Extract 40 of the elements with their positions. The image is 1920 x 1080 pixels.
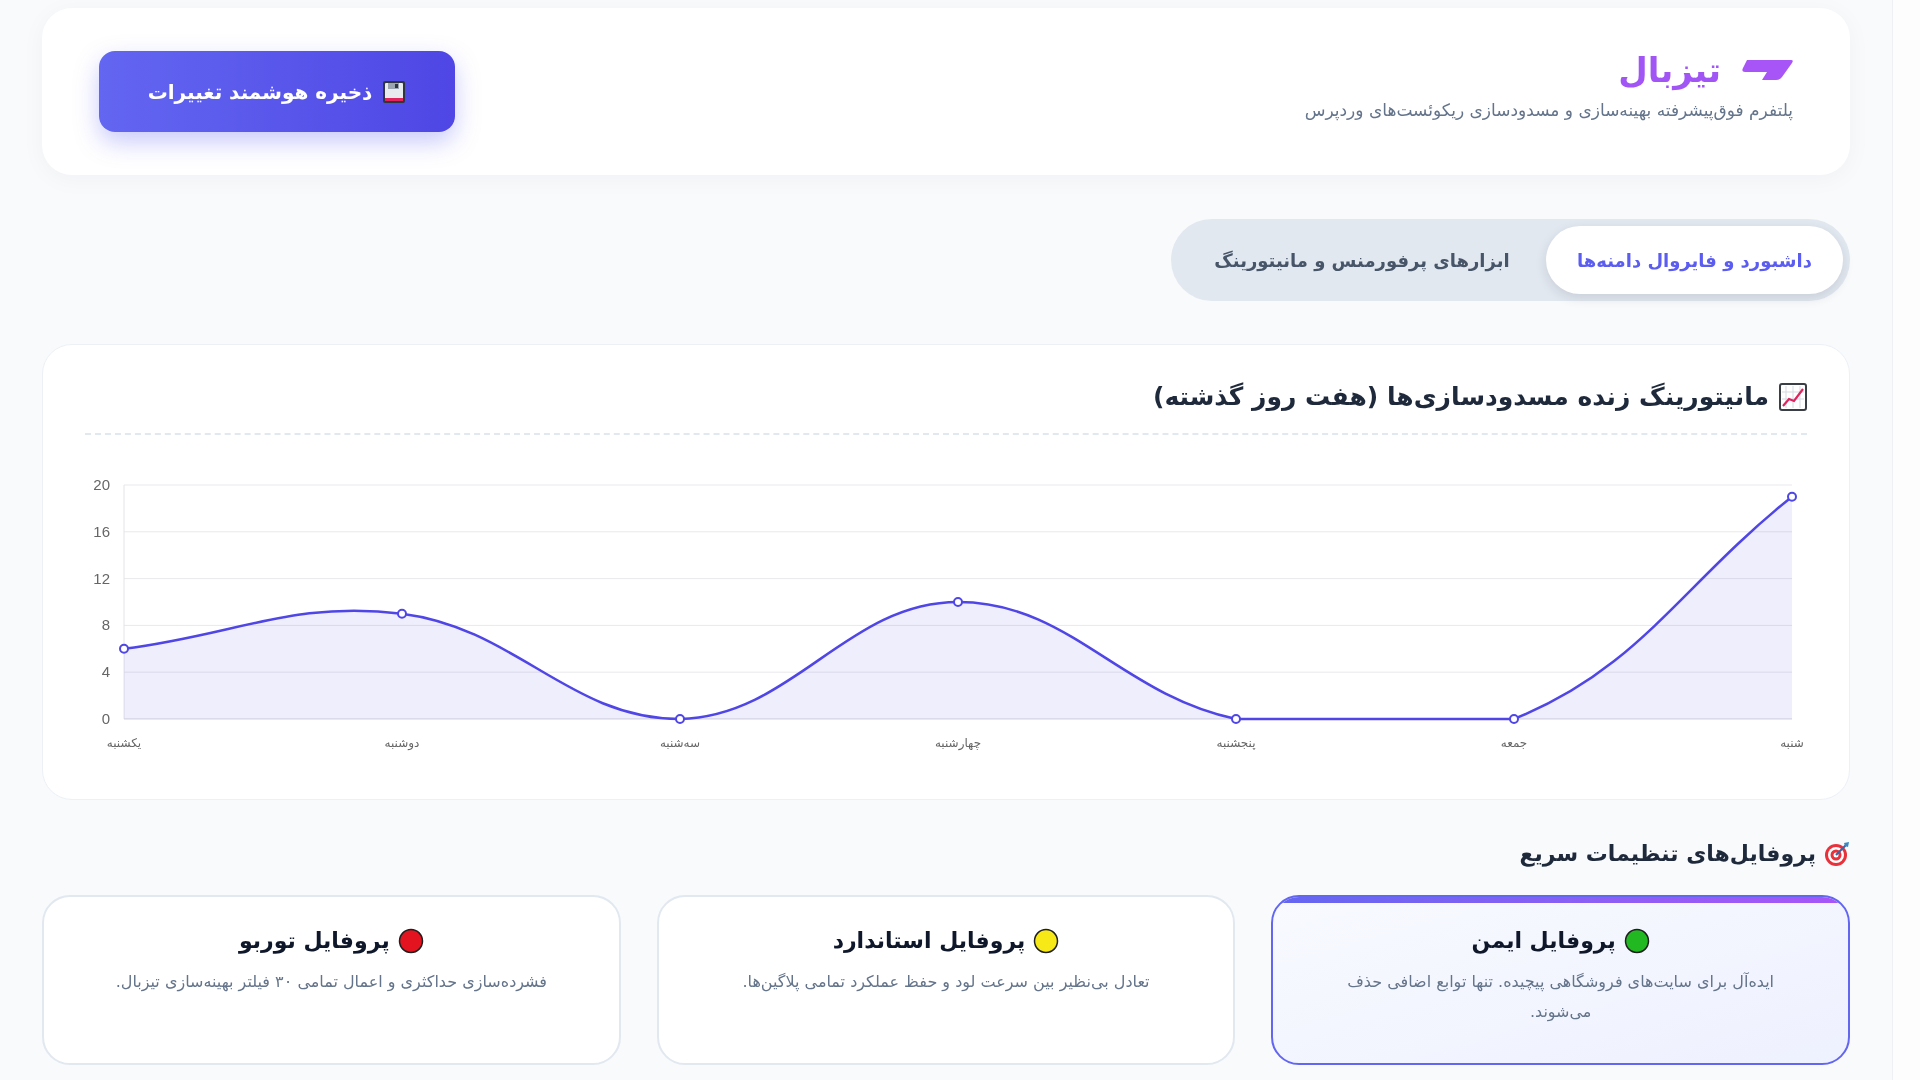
chart-title: مانیتورینگ زنده مسدودسازی‌ها (هفت روز گذشته) — [1152, 381, 1769, 413]
axis-category-label: سه‌شنبه — [659, 736, 701, 750]
save-button[interactable]: ذخیره هوشمند تغییرات — [99, 51, 455, 132]
axis-tick-label: 8 — [101, 616, 110, 634]
axis-category-label: پنجشنبه — [1216, 736, 1256, 750]
section-title: پروفایل‌های تنظیمات سریع — [1519, 840, 1816, 868]
profile-card[interactable]: پروفایل توربو فشرده‌سازی حداکثری و اعمال تمامی ۳۰ فیلتر بهینه‌سازی تیزبال. — [42, 895, 621, 1065]
profile-description: تعادل بی‌نظیر بین سرعت لود و حفظ عملکرد تمامی پلاگین‌ها. — [742, 971, 1150, 994]
axis-tick-label: 0 — [101, 710, 110, 727]
logo-icon — [1741, 57, 1793, 82]
tab[interactable]: داشبورد و فایروال دامنه‌ها — [1546, 226, 1843, 294]
brand-tagline: پلتفرم فوق‌پیشرفته بهینه‌سازی و مسدودسازی ریکوئست‌های وردپرس — [1304, 98, 1793, 122]
axis-tick-label: 20 — [93, 476, 110, 493]
profile-description: ایده‌آل برای سایت‌های فروشگاهی پیچیده. تنها توابع اضافی حذف می‌شوند. — [1346, 971, 1776, 1024]
line-chart-icon — [1779, 383, 1807, 411]
data-point — [1787, 491, 1797, 502]
profile-card[interactable]: پروفایل استاندارد تعادل بی‌نظیر بین سرعت لود و حفظ عملکرد تمامی پلاگین‌ها. — [656, 895, 1236, 1065]
axis-category-label: دوشنبه — [384, 736, 420, 750]
profile-title: پروفایل توربو — [239, 927, 390, 955]
profile-title: پروفایل ایمن — [1471, 927, 1616, 955]
brand-name: تیزبال — [1617, 49, 1721, 90]
axis-tick-label: 16 — [93, 522, 110, 540]
data-point — [953, 597, 963, 607]
axis-category-label: یکشنبه — [106, 736, 142, 750]
data-point — [675, 714, 685, 724]
floppy-disk-icon — [382, 79, 407, 104]
axis-category-label: چهارشنبه — [934, 736, 982, 750]
profile-card[interactable]: پروفایل ایمن ایده‌آل برای سایت‌های فروشگاهی پیچیده. تنها توابع اضافی حذف می‌شوند. — [1271, 895, 1850, 1065]
axis-category-label: شنبه — [1780, 736, 1804, 750]
data-point — [1509, 714, 1519, 724]
data-point — [397, 608, 407, 619]
data-point — [1231, 714, 1241, 724]
tab[interactable]: ابزارهای پرفورمنس و مانیتورینگ — [1178, 226, 1546, 294]
data-point — [119, 643, 129, 654]
axis-tick-label: 12 — [93, 569, 110, 587]
target-icon — [1824, 841, 1850, 867]
profile-description: فشرده‌سازی حداکثری و اعمال تمامی ۳۰ فیلتر بهینه‌سازی تیزبال. — [115, 971, 547, 994]
axis-tick-label: 4 — [101, 663, 110, 681]
axis-category-label: جمعه — [1500, 736, 1528, 750]
profile-title: پروفایل استاندارد — [832, 927, 1026, 955]
